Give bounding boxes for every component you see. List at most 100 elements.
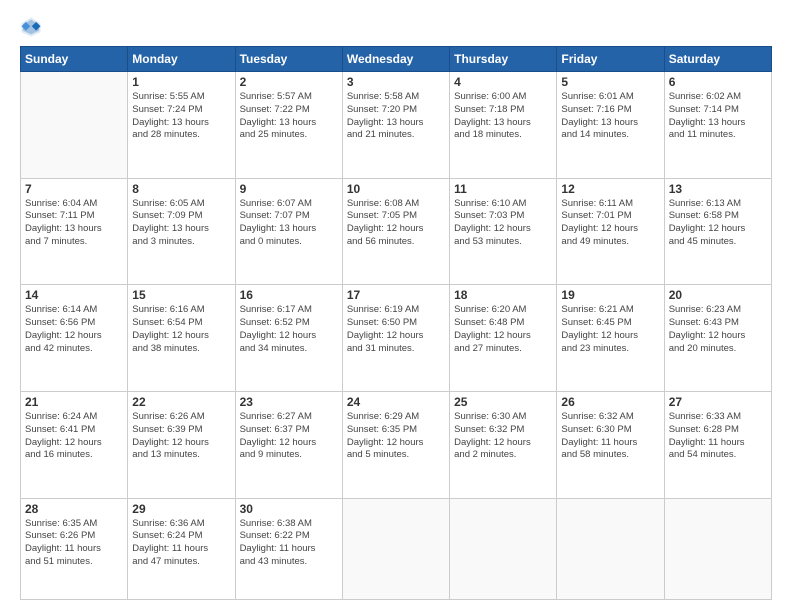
day-number: 15 [132, 288, 230, 302]
calendar-day-header: Monday [128, 47, 235, 72]
day-detail: Sunrise: 5:55 AM Sunset: 7:24 PM Dayligh… [132, 91, 230, 142]
day-number: 2 [240, 75, 338, 89]
day-detail: Sunrise: 6:36 AM Sunset: 6:24 PM Dayligh… [132, 518, 230, 569]
day-detail: Sunrise: 6:19 AM Sunset: 6:50 PM Dayligh… [347, 304, 445, 355]
calendar-cell: 5Sunrise: 6:01 AM Sunset: 7:16 PM Daylig… [557, 72, 664, 179]
calendar-day-header: Thursday [450, 47, 557, 72]
day-number: 16 [240, 288, 338, 302]
day-number: 23 [240, 395, 338, 409]
day-detail: Sunrise: 6:26 AM Sunset: 6:39 PM Dayligh… [132, 411, 230, 462]
calendar-cell: 13Sunrise: 6:13 AM Sunset: 6:58 PM Dayli… [664, 178, 771, 285]
day-number: 4 [454, 75, 552, 89]
day-number: 19 [561, 288, 659, 302]
day-number: 1 [132, 75, 230, 89]
calendar-week-row: 21 Sunrise: 6:24 AM Sunset: 6:41 PM Dayli… [21, 391, 772, 498]
calendar-day-header: Saturday [664, 47, 771, 72]
day-detail: Sunrise: 6:17 AM Sunset: 6:52 PM Dayligh… [240, 304, 338, 355]
day-detail: Sunrise: 6:07 AM Sunset: 7:07 PM Dayligh… [240, 198, 338, 249]
day-number: 12 [561, 182, 659, 196]
day-number: 21 [25, 395, 123, 409]
header [20, 16, 772, 38]
calendar-cell: 28Sunrise: 6:35 AM Sunset: 6:26 PM Dayli… [21, 498, 128, 600]
day-detail: Sunrise: 6:23 AM Sunset: 6:43 PM Dayligh… [669, 304, 767, 355]
calendar-day-header: Tuesday [235, 47, 342, 72]
day-number: 9 [240, 182, 338, 196]
page: SundayMondayTuesdayWednesdayThursdayFrid… [0, 0, 792, 612]
calendar-cell: 8 Sunrise: 6:05 AM Sunset: 7:09 PM Daylig… [128, 178, 235, 285]
calendar-day-header: Wednesday [342, 47, 449, 72]
day-detail: Sunrise: 6:21 AM Sunset: 6:45 PM Dayligh… [561, 304, 659, 355]
calendar-cell: 6Sunrise: 6:02 AM Sunset: 7:14 PM Daylig… [664, 72, 771, 179]
day-detail: Sunrise: 6:10 AM Sunset: 7:03 PM Dayligh… [454, 198, 552, 249]
calendar-cell [557, 498, 664, 600]
calendar-cell [664, 498, 771, 600]
day-number: 25 [454, 395, 552, 409]
calendar-cell: 25 Sunrise: 6:30 AM Sunset: 6:32 PM Dayli… [450, 391, 557, 498]
calendar-cell: 11 Sunrise: 6:10 AM Sunset: 7:03 PM Dayli… [450, 178, 557, 285]
day-number: 3 [347, 75, 445, 89]
day-detail: Sunrise: 6:32 AM Sunset: 6:30 PM Dayligh… [561, 411, 659, 462]
day-number: 20 [669, 288, 767, 302]
day-detail: Sunrise: 5:58 AM Sunset: 7:20 PM Dayligh… [347, 91, 445, 142]
calendar-cell: 15 Sunrise: 6:16 AM Sunset: 6:54 PM Dayli… [128, 285, 235, 392]
calendar-cell [342, 498, 449, 600]
day-detail: Sunrise: 6:00 AM Sunset: 7:18 PM Dayligh… [454, 91, 552, 142]
calendar-table: SundayMondayTuesdayWednesdayThursdayFrid… [20, 46, 772, 600]
calendar-cell [450, 498, 557, 600]
calendar-cell: 10 Sunrise: 6:08 AM Sunset: 7:05 PM Dayli… [342, 178, 449, 285]
day-number: 6 [669, 75, 767, 89]
day-number: 28 [25, 502, 123, 516]
day-number: 18 [454, 288, 552, 302]
calendar-week-row: 28Sunrise: 6:35 AM Sunset: 6:26 PM Dayli… [21, 498, 772, 600]
day-detail: Sunrise: 6:04 AM Sunset: 7:11 PM Dayligh… [25, 198, 123, 249]
day-detail: Sunrise: 6:24 AM Sunset: 6:41 PM Dayligh… [25, 411, 123, 462]
day-number: 22 [132, 395, 230, 409]
calendar-cell: 19 Sunrise: 6:21 AM Sunset: 6:45 PM Dayli… [557, 285, 664, 392]
day-number: 8 [132, 182, 230, 196]
day-detail: Sunrise: 6:20 AM Sunset: 6:48 PM Dayligh… [454, 304, 552, 355]
day-number: 10 [347, 182, 445, 196]
calendar-cell: 3 Sunrise: 5:58 AM Sunset: 7:20 PM Daylig… [342, 72, 449, 179]
calendar-cell: 20 Sunrise: 6:23 AM Sunset: 6:43 PM Dayli… [664, 285, 771, 392]
calendar-cell: 2 Sunrise: 5:57 AM Sunset: 7:22 PM Daylig… [235, 72, 342, 179]
day-number: 27 [669, 395, 767, 409]
day-number: 24 [347, 395, 445, 409]
logo-icon [20, 16, 42, 38]
calendar-cell: 21 Sunrise: 6:24 AM Sunset: 6:41 PM Dayli… [21, 391, 128, 498]
day-number: 11 [454, 182, 552, 196]
calendar-cell: 18 Sunrise: 6:20 AM Sunset: 6:48 PM Dayli… [450, 285, 557, 392]
calendar-cell: 12 Sunrise: 6:11 AM Sunset: 7:01 PM Dayli… [557, 178, 664, 285]
calendar-cell: 4 Sunrise: 6:00 AM Sunset: 7:18 PM Daylig… [450, 72, 557, 179]
day-detail: Sunrise: 6:16 AM Sunset: 6:54 PM Dayligh… [132, 304, 230, 355]
calendar-week-row: 1 Sunrise: 5:55 AM Sunset: 7:24 PM Daylig… [21, 72, 772, 179]
calendar-cell [21, 72, 128, 179]
calendar-cell: 14Sunrise: 6:14 AM Sunset: 6:56 PM Dayli… [21, 285, 128, 392]
calendar-header-row: SundayMondayTuesdayWednesdayThursdayFrid… [21, 47, 772, 72]
day-detail: Sunrise: 6:29 AM Sunset: 6:35 PM Dayligh… [347, 411, 445, 462]
calendar-cell: 23Sunrise: 6:27 AM Sunset: 6:37 PM Dayli… [235, 391, 342, 498]
calendar-cell: 7 Sunrise: 6:04 AM Sunset: 7:11 PM Daylig… [21, 178, 128, 285]
calendar-cell: 29 Sunrise: 6:36 AM Sunset: 6:24 PM Dayli… [128, 498, 235, 600]
day-number: 13 [669, 182, 767, 196]
day-detail: Sunrise: 6:14 AM Sunset: 6:56 PM Dayligh… [25, 304, 123, 355]
day-number: 7 [25, 182, 123, 196]
day-detail: Sunrise: 6:01 AM Sunset: 7:16 PM Dayligh… [561, 91, 659, 142]
day-detail: Sunrise: 6:05 AM Sunset: 7:09 PM Dayligh… [132, 198, 230, 249]
calendar-cell: 26Sunrise: 6:32 AM Sunset: 6:30 PM Dayli… [557, 391, 664, 498]
calendar-day-header: Sunday [21, 47, 128, 72]
calendar-cell: 22 Sunrise: 6:26 AM Sunset: 6:39 PM Dayli… [128, 391, 235, 498]
logo [20, 16, 46, 38]
calendar-week-row: 7 Sunrise: 6:04 AM Sunset: 7:11 PM Daylig… [21, 178, 772, 285]
calendar-cell: 17 Sunrise: 6:19 AM Sunset: 6:50 PM Dayli… [342, 285, 449, 392]
day-detail: Sunrise: 6:08 AM Sunset: 7:05 PM Dayligh… [347, 198, 445, 249]
day-number: 29 [132, 502, 230, 516]
calendar-cell: 1 Sunrise: 5:55 AM Sunset: 7:24 PM Daylig… [128, 72, 235, 179]
calendar-cell: 24 Sunrise: 6:29 AM Sunset: 6:35 PM Dayli… [342, 391, 449, 498]
calendar-day-header: Friday [557, 47, 664, 72]
day-detail: Sunrise: 6:11 AM Sunset: 7:01 PM Dayligh… [561, 198, 659, 249]
day-detail: Sunrise: 6:30 AM Sunset: 6:32 PM Dayligh… [454, 411, 552, 462]
calendar-cell: 16 Sunrise: 6:17 AM Sunset: 6:52 PM Dayli… [235, 285, 342, 392]
day-detail: Sunrise: 5:57 AM Sunset: 7:22 PM Dayligh… [240, 91, 338, 142]
day-number: 17 [347, 288, 445, 302]
calendar-cell: 30Sunrise: 6:38 AM Sunset: 6:22 PM Dayli… [235, 498, 342, 600]
